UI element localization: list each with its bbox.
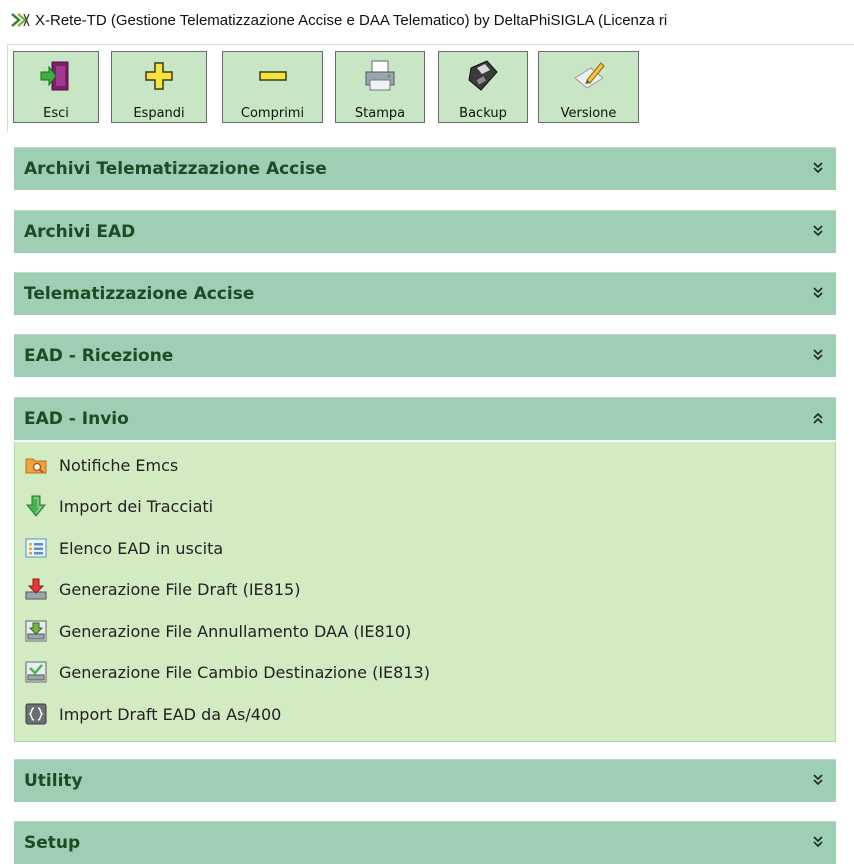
window-title: X-Rete-TD (Gestione Telematizzazione Acc… — [35, 11, 668, 29]
exit-door-icon — [40, 61, 69, 91]
panel-header-label: EAD - Invio — [24, 409, 129, 429]
exit-button[interactable]: Esci — [13, 51, 99, 123]
panel-header-label: Archivi Telematizzazione Accise — [24, 159, 327, 179]
print-button[interactable]: Stampa — [335, 51, 425, 123]
folder-search-icon — [25, 458, 47, 474]
menu-item-label: Generazione File Draft (IE815) — [59, 579, 301, 599]
chevron-double-down-icon — [813, 836, 823, 848]
window-title-bar: X-Rete-TD (Gestione Telematizzazione Acc… — [0, 0, 854, 40]
panel-header-telematizzazione-accise[interactable]: Telematizzazione Accise — [14, 272, 836, 315]
menu-item-import-draft-ead[interactable]: Import Draft EAD da As/400 — [25, 699, 281, 729]
backup-button[interactable]: Backup — [438, 51, 528, 123]
minus-icon — [258, 71, 287, 81]
panel-header-setup[interactable]: Setup — [14, 821, 836, 864]
expand-button[interactable]: Espandi — [111, 51, 207, 123]
menu-item-import-dei-tracciati[interactable]: Import dei Tracciati — [25, 491, 213, 521]
app-logo-icon — [11, 13, 30, 27]
menu-item-label: Import dei Tracciati — [59, 496, 214, 516]
menu-item-label: Generazione File Cambio Destinazione (IE… — [59, 662, 430, 682]
collapse-button-label: Comprimi — [240, 106, 305, 121]
collapse-button[interactable]: Comprimi — [222, 51, 323, 123]
print-button-label: Stampa — [354, 106, 406, 121]
tray-down-red-icon — [25, 578, 47, 600]
menu-item-label: Generazione File Annullamento DAA (IE810… — [59, 621, 412, 641]
tray-down-green-icon — [25, 620, 47, 642]
panel-header-ead-ricezione[interactable]: EAD - Ricezione — [14, 334, 836, 377]
panel-header-label: Archivi EAD — [24, 222, 136, 242]
backup-button-label: Backup — [459, 106, 507, 121]
toolbar: Esci Espandi Comprimi Stampa Backup Vers… — [7, 44, 854, 132]
chevron-double-down-icon — [813, 225, 823, 237]
version-button[interactable]: Versione — [538, 51, 639, 123]
chevron-double-up-icon — [813, 412, 823, 424]
tray-check-icon — [25, 661, 47, 683]
menu-item-label: Notifiche Emcs — [59, 455, 179, 475]
menu-item-generazione-file-annullamento[interactable]: Generazione File Annullamento DAA (IE810… — [25, 616, 411, 646]
expand-button-label: Espandi — [133, 106, 185, 121]
menu-item-generazione-file-draft[interactable]: Generazione File Draft (IE815) — [25, 574, 300, 604]
panel-header-archivi-telematizzazione-accise[interactable]: Archivi Telematizzazione Accise — [14, 147, 836, 190]
floppy-disk-icon — [468, 60, 498, 91]
menu-item-elenco-ead-in-uscita[interactable]: Elenco EAD in uscita — [25, 533, 223, 563]
download-arrow-icon — [25, 495, 47, 517]
braces-icon — [25, 703, 47, 725]
menu-item-generazione-file-cambio-destinazione[interactable]: Generazione File Cambio Destinazione (IE… — [25, 657, 430, 687]
chevron-double-down-icon — [813, 349, 823, 361]
panel-body-ead-invio: Notifiche Emcs Import dei Tracciati Elen… — [14, 442, 836, 742]
panel-header-utility[interactable]: Utility — [14, 759, 836, 802]
version-button-label: Versione — [560, 106, 617, 121]
panel-header-label: Setup — [24, 833, 81, 853]
chevron-double-down-icon — [813, 774, 823, 786]
panel-header-label: EAD - Ricezione — [24, 346, 174, 366]
panel-header-ead-invio[interactable]: EAD - Invio — [14, 397, 836, 440]
chevron-double-down-icon — [813, 162, 823, 174]
chevron-double-down-icon — [813, 287, 823, 299]
list-icon — [25, 538, 47, 558]
menu-item-label: Elenco EAD in uscita — [59, 538, 224, 558]
panel-header-archivi-ead[interactable]: Archivi EAD — [14, 210, 836, 253]
pencil-paper-icon — [573, 62, 605, 89]
exit-button-label: Esci — [43, 106, 69, 121]
panel-header-label: Telematizzazione Accise — [24, 284, 255, 304]
plus-icon — [145, 62, 173, 90]
panel-header-label: Utility — [24, 771, 83, 791]
menu-item-notifiche-emcs[interactable]: Notifiche Emcs — [25, 450, 178, 480]
printer-icon — [365, 60, 395, 91]
menu-item-label: Import Draft EAD da As/400 — [59, 704, 282, 724]
